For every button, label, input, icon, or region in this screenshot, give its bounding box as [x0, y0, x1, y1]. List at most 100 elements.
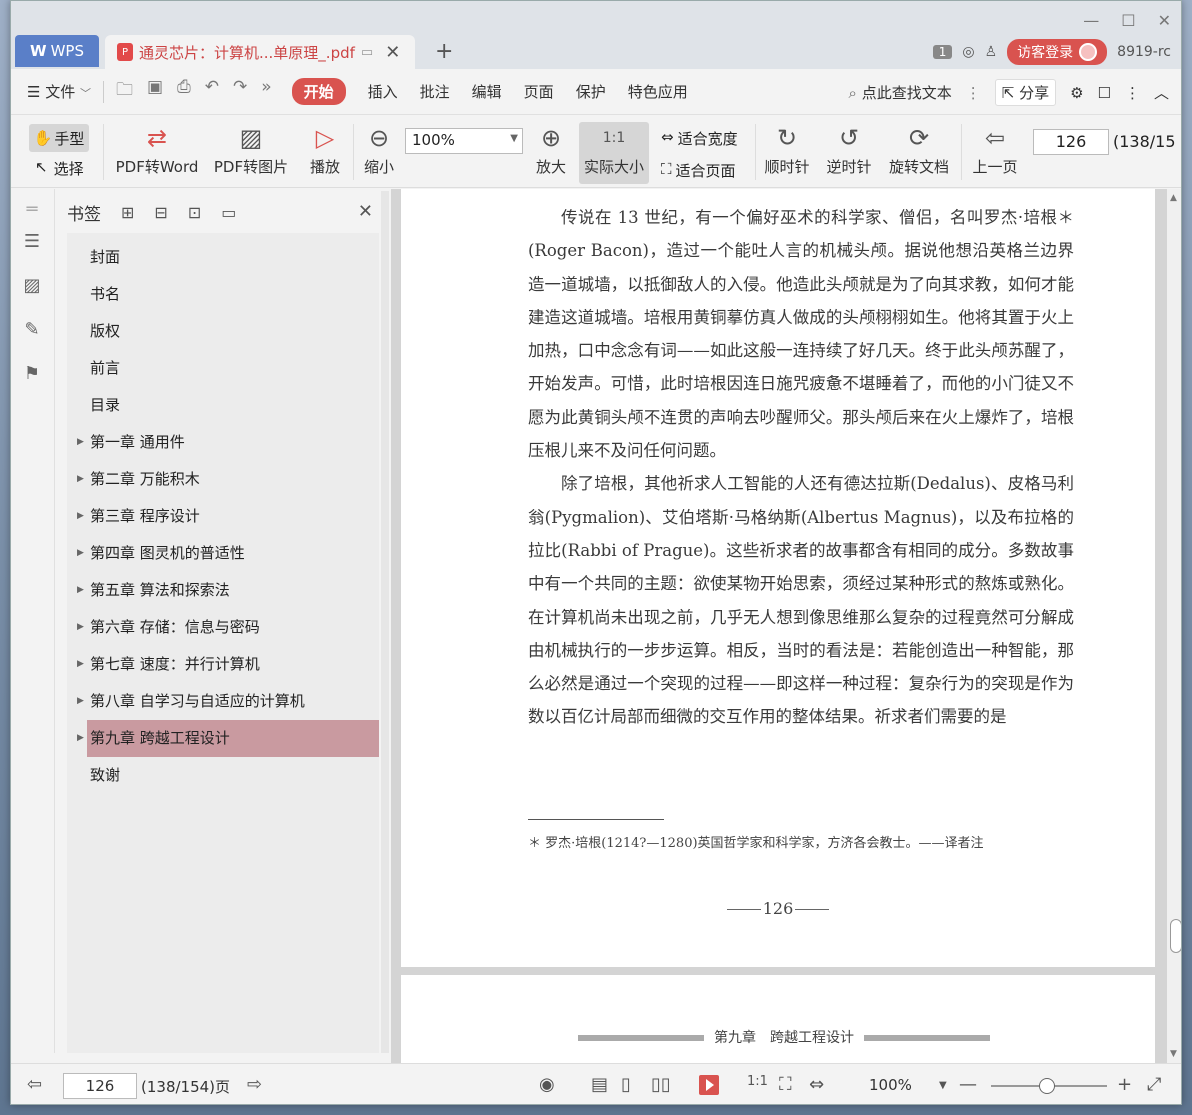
bookmark-icon[interactable]: ▭: [221, 203, 236, 222]
bookmark-item[interactable]: 致谢: [67, 757, 379, 794]
two-page-icon[interactable]: ▯▯: [651, 1074, 671, 1095]
expand-arrow-icon[interactable]: ▶: [77, 683, 84, 720]
actual-size-button[interactable]: 1:1 实际大小: [579, 122, 649, 184]
rotate-document-button[interactable]: ⟳ 旋转文档: [887, 122, 951, 177]
pdf-to-image-button[interactable]: ▨ PDF转图片: [213, 122, 289, 177]
tab-document[interactable]: P 通灵芯片：计算机...单原理_.pdf ▭ ✕: [105, 35, 415, 69]
tab-start[interactable]: 开始: [291, 78, 346, 105]
fullscreen-icon[interactable]: ⤢: [1147, 1074, 1161, 1095]
continuous-view-icon[interactable]: ▤: [591, 1074, 608, 1095]
zoom-caret-icon[interactable]: ▼: [939, 1080, 947, 1091]
comment-icon[interactable]: ☐: [1098, 84, 1111, 102]
fit-page-small-icon[interactable]: ⛶: [779, 1074, 792, 1095]
more-chevron-icon[interactable]: »: [261, 77, 271, 106]
bookmark-item[interactable]: ▶ 第二章 万能积木: [67, 461, 379, 498]
zoom-slider[interactable]: [991, 1078, 1107, 1094]
bookmark-item[interactable]: 书名: [67, 276, 379, 313]
previous-page-button[interactable]: ⇦ 上一页: [969, 122, 1021, 177]
bookmark-item[interactable]: ▶ 第五章 算法和探索法: [67, 572, 379, 609]
share-button[interactable]: ⇱ 分享: [994, 79, 1057, 106]
expand-arrow-icon[interactable]: ▶: [77, 461, 84, 498]
expand-arrow-icon[interactable]: ▶: [77, 609, 84, 646]
expand-arrow-icon[interactable]: ▶: [77, 720, 84, 757]
tab-protect[interactable]: 保护: [576, 81, 606, 102]
zoom-out-button[interactable]: ⊖ 缩小: [361, 122, 397, 177]
bookmark-item[interactable]: ▶ 第六章 存储：信息与密码: [67, 609, 379, 646]
new-tab-button[interactable]: +: [435, 39, 453, 64]
bookmark-item[interactable]: ▶ 第七章 速度：并行计算机: [67, 646, 379, 683]
zoom-select[interactable]: 100% ▼: [405, 128, 523, 154]
zoom-minus-icon[interactable]: —: [959, 1074, 977, 1095]
scroll-down-icon[interactable]: ▼: [1170, 1049, 1177, 1059]
bookmark-item[interactable]: ▶ 第四章 图灵机的普适性: [67, 535, 379, 572]
scroll-up-icon[interactable]: ▲: [1170, 193, 1177, 203]
tab-annotate[interactable]: 批注: [420, 81, 450, 102]
shirt-icon[interactable]: ♙: [985, 44, 998, 60]
collapse-ribbon-icon[interactable]: ︿: [1154, 82, 1169, 103]
expand-arrow-icon[interactable]: ▶: [77, 498, 84, 535]
expand-arrow-icon[interactable]: ▶: [77, 646, 84, 683]
thumbnail-icon[interactable]: ▨: [21, 275, 43, 297]
page-number-input[interactable]: 126: [1033, 129, 1109, 155]
slideshow-play-icon[interactable]: [699, 1075, 719, 1095]
add-bookmark-icon[interactable]: ⊡: [188, 203, 201, 222]
prev-page-arrow-icon[interactable]: ⇦: [27, 1074, 42, 1095]
expand-arrow-icon[interactable]: ▶: [77, 572, 84, 609]
more-options-icon[interactable]: ⋮: [1125, 84, 1140, 102]
document-viewport[interactable]: 传说在 13 世纪，有一个偏好巫术的科学家、僧侣，名叫罗杰·培根＊(Roger …: [391, 189, 1167, 1063]
rotate-clockwise-button[interactable]: ↻ 顺时针: [761, 122, 813, 177]
next-page-arrow-icon[interactable]: ⇨: [247, 1074, 262, 1095]
hand-tool-button[interactable]: ✋ 手型: [29, 124, 89, 152]
open-folder-icon[interactable]: 🗀: [116, 77, 133, 106]
eye-icon[interactable]: ◉: [539, 1074, 555, 1095]
bookmark-item[interactable]: ▶ 第九章 跨越工程设计: [77, 720, 379, 757]
expand-arrow-icon[interactable]: ▶: [77, 424, 84, 461]
tab-wps-home[interactable]: W WPS: [15, 35, 99, 67]
window-count-badge[interactable]: 1: [932, 45, 953, 59]
expand-all-icon[interactable]: ⊞: [121, 203, 134, 222]
zoom-plus-icon[interactable]: +: [1117, 1074, 1132, 1095]
guest-login-button[interactable]: 访客登录: [1007, 39, 1108, 65]
tab-insert[interactable]: 插入: [368, 81, 398, 102]
undo-icon[interactable]: ↶: [205, 77, 219, 106]
fit-width-button[interactable]: ⇔ 适合宽度: [661, 128, 738, 149]
print-icon[interactable]: ⎙: [177, 77, 191, 106]
file-menu[interactable]: ☰ 文件 ﹀: [27, 81, 91, 102]
rotate-counterclockwise-button[interactable]: ↺ 逆时针: [823, 122, 875, 177]
bookmark-panel-icon[interactable]: ⚑: [21, 363, 43, 385]
more-vertical-icon[interactable]: ⋮: [966, 84, 981, 102]
bookmark-item[interactable]: ▶ 第一章 通用件: [67, 424, 379, 461]
tab-page[interactable]: 页面: [524, 81, 554, 102]
bookmark-item[interactable]: 前言: [67, 350, 379, 387]
bookmark-item[interactable]: 封面: [67, 239, 379, 276]
select-tool-button[interactable]: ↖ 选择: [35, 158, 84, 179]
bookmark-item[interactable]: ▶ 第八章 自学习与自适应的计算机: [67, 683, 379, 720]
expand-arrow-icon[interactable]: ▶: [77, 535, 84, 572]
pdf-to-word-button[interactable]: ⇄ PDF转Word: [113, 122, 201, 177]
close-window-button[interactable]: ✕: [1158, 11, 1171, 30]
maximize-button[interactable]: ☐: [1121, 11, 1135, 30]
outline-icon[interactable]: ☰: [21, 231, 43, 253]
document-scrollbar[interactable]: ▲ ▼: [1167, 189, 1181, 1063]
panel-scrollbar[interactable]: [381, 191, 389, 1053]
fit-width-small-icon[interactable]: ⇔: [809, 1074, 824, 1095]
redo-icon[interactable]: ↷: [233, 77, 247, 106]
tab-edit[interactable]: 编辑: [472, 81, 502, 102]
scrollbar-thumb[interactable]: [1170, 919, 1181, 953]
gear-icon[interactable]: ⚙: [1070, 84, 1083, 102]
bookmark-item[interactable]: 版权: [67, 313, 379, 350]
close-panel-icon[interactable]: ✕: [358, 201, 373, 222]
annotation-icon[interactable]: ✎: [21, 319, 43, 341]
save-icon[interactable]: ▣: [147, 77, 163, 106]
status-page-input[interactable]: 126: [63, 1073, 137, 1099]
fit-page-button[interactable]: ⛶ 适合页面: [661, 160, 736, 181]
status-zoom-value[interactable]: 100%: [869, 1076, 912, 1094]
tab-special-apps[interactable]: 特色应用: [628, 81, 688, 102]
play-button[interactable]: ▷ 播放: [307, 122, 343, 177]
actual-size-small-icon[interactable]: 1:1: [747, 1074, 768, 1089]
search-button[interactable]: ⌕ 点此查找文本: [849, 82, 952, 103]
collapse-all-icon[interactable]: ⊟: [154, 203, 167, 222]
zoom-slider-knob[interactable]: [1039, 1078, 1055, 1094]
bookmark-item[interactable]: ▶ 第三章 程序设计: [67, 498, 379, 535]
skin-icon[interactable]: ◎: [962, 44, 974, 60]
